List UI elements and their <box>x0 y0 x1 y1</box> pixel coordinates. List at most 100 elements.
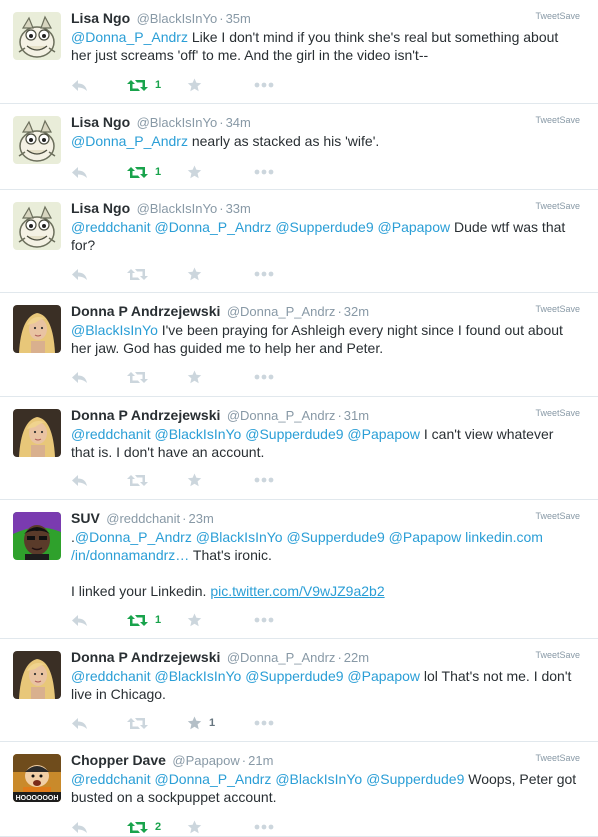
favorite-button[interactable] <box>187 264 209 284</box>
mention-link[interactable]: @BlackIsInYo <box>71 322 158 338</box>
favorite-button[interactable] <box>187 470 209 490</box>
monster-avatar[interactable] <box>13 202 61 250</box>
more-button[interactable] <box>254 817 274 837</box>
more-button[interactable] <box>254 470 274 490</box>
reply-button[interactable] <box>71 367 88 387</box>
more-button[interactable] <box>254 367 274 387</box>
more-button[interactable] <box>254 264 274 284</box>
avatar-caption: HOOOOOOH <box>16 795 59 802</box>
source-label: TweetSave <box>535 304 580 314</box>
tweet[interactable]: Lisa Ngo @BlackIsInYo · 33m TweetSave @redd… <box>0 190 598 293</box>
username[interactable]: @reddchanit <box>106 511 180 526</box>
timestamp[interactable]: 34m <box>226 115 251 130</box>
retweet-button[interactable]: 2 <box>127 817 161 837</box>
more-button[interactable] <box>254 75 274 95</box>
display-name[interactable]: Donna P Andrzejewski <box>71 649 220 665</box>
monster-avatar[interactable] <box>13 116 61 164</box>
retweet-button[interactable]: 1 <box>127 162 161 182</box>
cartoon-avatar[interactable]: HOOOOOOH <box>13 754 61 802</box>
retweet-button[interactable] <box>127 367 155 387</box>
favorite-button[interactable] <box>187 162 209 182</box>
timestamp[interactable]: 21m <box>248 753 273 768</box>
username[interactable]: @Donna_P_Andrz <box>227 304 336 319</box>
mention-link[interactable]: @BlackIsInYo <box>154 426 241 442</box>
reply-button[interactable] <box>71 75 88 95</box>
mention-link[interactable]: @Papapow <box>378 219 451 235</box>
favorite-button[interactable] <box>187 75 209 95</box>
username[interactable]: @Papapow <box>172 753 239 768</box>
woman-avatar[interactable] <box>13 651 61 699</box>
tweet-header: Donna P Andrzejewski @Donna_P_Andrz · 31m … <box>71 406 580 425</box>
woman-avatar[interactable] <box>13 305 61 353</box>
tweet[interactable]: SUV @reddchanit · 23m TweetSave .@Donna_P_A… <box>0 500 598 639</box>
mention-link[interactable]: @Supperdude9 <box>245 426 343 442</box>
mention-link[interactable]: @reddchanit <box>71 219 151 235</box>
tweet[interactable]: Donna P Andrzejewski @Donna_P_Andrz · 22m … <box>0 639 598 742</box>
tweet[interactable]: HOOOOOOH Chopper Dave @Papapow · 21m TweetS… <box>0 742 598 837</box>
display-name[interactable]: Lisa Ngo <box>71 200 130 216</box>
retweet-button[interactable]: 1 <box>127 75 161 95</box>
retweet-button[interactable]: 1 <box>127 610 161 630</box>
timestamp[interactable]: 32m <box>344 304 369 319</box>
display-name[interactable]: Lisa Ngo <box>71 10 130 26</box>
mention-link[interactable]: @Donna_P_Andrz <box>154 219 271 235</box>
mention-link[interactable]: @Donna_P_Andrz <box>75 529 192 545</box>
reply-button[interactable] <box>71 610 88 630</box>
reply-button[interactable] <box>71 264 88 284</box>
favorite-button[interactable] <box>187 610 209 630</box>
favorite-button[interactable] <box>187 817 209 837</box>
monster-avatar[interactable] <box>13 12 61 60</box>
tweet-actions: 1 <box>71 610 331 630</box>
suv-avatar[interactable] <box>13 512 61 560</box>
mention-link[interactable]: @Papapow <box>347 668 420 684</box>
username[interactable]: @BlackIsInYo <box>137 115 218 130</box>
mention-link[interactable]: @Supperdude9 <box>275 219 373 235</box>
display-name[interactable]: Donna P Andrzejewski <box>71 407 220 423</box>
favorite-button[interactable]: 1 <box>187 713 215 733</box>
retweet-button[interactable] <box>127 713 155 733</box>
mention-link[interactable]: @Donna_P_Andrz <box>71 133 188 149</box>
mention-link[interactable]: @Papapow <box>347 426 420 442</box>
mention-link[interactable]: @Supperdude9 <box>286 529 384 545</box>
timestamp[interactable]: 31m <box>344 408 369 423</box>
mention-link[interactable]: @Supperdude9 <box>366 771 464 787</box>
mention-link[interactable]: @BlackIsInYo <box>275 771 362 787</box>
mention-link[interactable]: @Supperdude9 <box>245 668 343 684</box>
more-button[interactable] <box>254 162 274 182</box>
media-link[interactable]: pic.twitter.com/V9wJZ9a2b2 <box>210 583 384 599</box>
timestamp[interactable]: 33m <box>226 201 251 216</box>
retweet-button[interactable] <box>127 264 155 284</box>
tweet[interactable]: Lisa Ngo @BlackIsInYo · 35m TweetSave @Donn… <box>0 0 598 104</box>
tweet[interactable]: Lisa Ngo @BlackIsInYo · 34m TweetSave @Donn… <box>0 104 598 190</box>
timestamp[interactable]: 23m <box>189 511 214 526</box>
timestamp[interactable]: 35m <box>226 11 251 26</box>
display-name[interactable]: Donna P Andrzejewski <box>71 303 220 319</box>
favorite-button[interactable] <box>187 367 209 387</box>
display-name[interactable]: Lisa Ngo <box>71 114 130 130</box>
timestamp[interactable]: 22m <box>344 650 369 665</box>
mention-link[interactable]: @reddchanit <box>71 668 151 684</box>
mention-link[interactable]: @BlackIsInYo <box>154 668 241 684</box>
mention-link[interactable]: @Papapow <box>389 529 462 545</box>
mention-link[interactable]: @Donna_P_Andrz <box>71 29 188 45</box>
reply-button[interactable] <box>71 470 88 490</box>
reply-button[interactable] <box>71 162 88 182</box>
tweet[interactable]: Donna P Andrzejewski @Donna_P_Andrz · 31m … <box>0 397 598 500</box>
mention-link[interactable]: @Donna_P_Andrz <box>154 771 271 787</box>
username[interactable]: @Donna_P_Andrz <box>227 650 336 665</box>
more-button[interactable] <box>254 713 274 733</box>
display-name[interactable]: Chopper Dave <box>71 752 166 768</box>
reply-button[interactable] <box>71 713 88 733</box>
tweet[interactable]: Donna P Andrzejewski @Donna_P_Andrz · 32m … <box>0 293 598 397</box>
retweet-button[interactable] <box>127 470 155 490</box>
mention-link[interactable]: @reddchanit <box>71 426 151 442</box>
username[interactable]: @BlackIsInYo <box>137 11 218 26</box>
more-button[interactable] <box>254 610 274 630</box>
mention-link[interactable]: @BlackIsInYo <box>196 529 283 545</box>
username[interactable]: @Donna_P_Andrz <box>227 408 336 423</box>
mention-link[interactable]: @reddchanit <box>71 771 151 787</box>
username[interactable]: @BlackIsInYo <box>137 201 218 216</box>
woman-avatar[interactable] <box>13 409 61 457</box>
reply-button[interactable] <box>71 817 88 837</box>
display-name[interactable]: SUV <box>71 510 100 526</box>
